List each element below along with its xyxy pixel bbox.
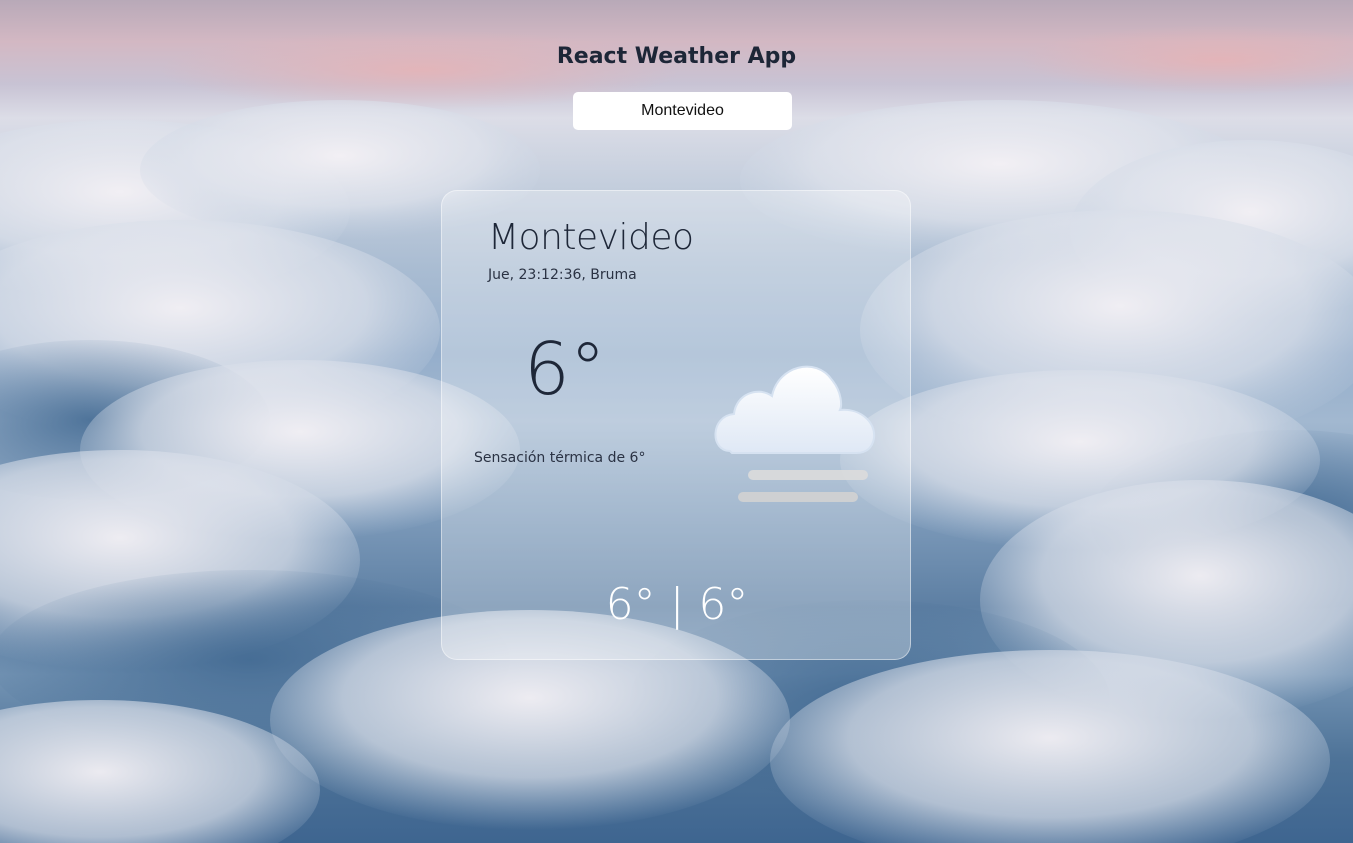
min-temperature: 6°: [605, 579, 656, 630]
min-max-temperature: 6° | 6°: [442, 583, 912, 627]
feels-like-text: Sensación térmica de 6°: [474, 450, 646, 466]
weather-card: Montevideo Jue, 23:12:36, Bruma 6° Sensa…: [441, 190, 911, 660]
app-title: React Weather App: [556, 44, 797, 69]
min-max-separator: |: [669, 579, 685, 630]
max-temperature: 6°: [698, 579, 749, 630]
date-time-condition: Jue, 23:12:36, Bruma: [488, 267, 637, 283]
current-temperature: 6°: [524, 327, 606, 411]
city-name: Montevideo: [488, 217, 694, 258]
fog-cloud-icon: [714, 365, 876, 502]
city-search-input[interactable]: [573, 92, 792, 130]
